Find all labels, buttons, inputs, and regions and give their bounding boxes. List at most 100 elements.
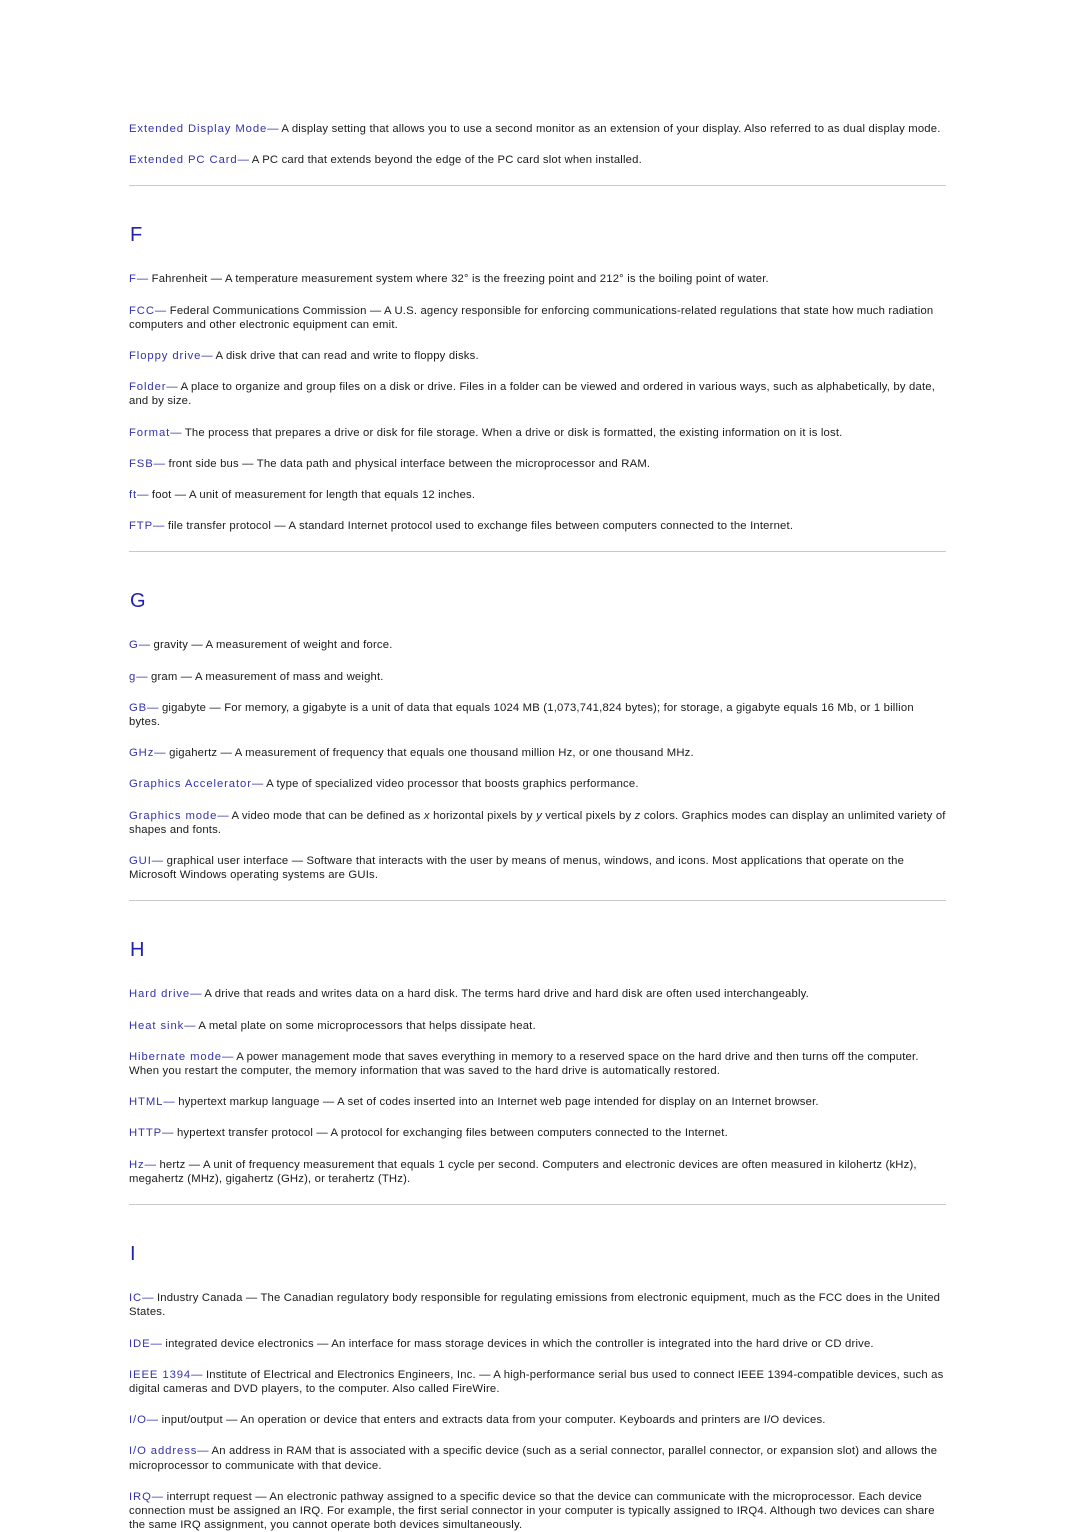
glossary-term: Graphics mode (129, 809, 218, 822)
glossary-definition: hypertext transfer protocol — A protocol… (176, 1127, 728, 1140)
glossary-term: HTML (129, 1096, 164, 1109)
glossary-dash: — (191, 1368, 203, 1381)
glossary-page: Extended Display Mode— A display setting… (0, 0, 1080, 1531)
section-heading-letter: H (130, 939, 145, 962)
glossary-entry: FCC— Federal Communications Commission —… (129, 304, 946, 332)
glossary-definition: gigabyte — For memory, a gigabyte is a u… (129, 701, 914, 729)
glossary-definition: The process that prepares a drive or dis… (184, 426, 843, 439)
glossary-dash: — (166, 381, 178, 394)
glossary-dash: — (150, 1337, 163, 1350)
glossary-definition: A metal plate on some microprocessors th… (198, 1019, 536, 1032)
glossary-entry: FSB— front side bus — The data path and … (129, 457, 946, 471)
glossary-definition: gram — A measurement of mass and weight. (151, 670, 384, 683)
glossary-definition: gigahertz — A measurement of frequency t… (169, 747, 694, 760)
glossary-dash: — (151, 1490, 164, 1503)
glossary-term: FCC (129, 304, 155, 317)
glossary-dash: — (151, 855, 164, 868)
glossary-entry: Extended PC Card— A PC card that extends… (129, 153, 946, 167)
glossary-entry: Heat sink— A metal plate on some micropr… (129, 1019, 946, 1033)
glossary-term: I/O address (129, 1445, 198, 1458)
glossary-entry: I/O— input/output — An operation or devi… (129, 1413, 946, 1427)
glossary-entry: FTP— file transfer protocol — A standard… (129, 519, 946, 533)
section-divider (129, 900, 946, 902)
glossary-term: Extended PC Card (129, 154, 238, 167)
glossary-entry: Folder— A place to organize and group fi… (129, 380, 946, 408)
glossary-definition: A PC card that extends beyond the edge o… (251, 154, 642, 167)
glossary-term: Hard drive (129, 988, 191, 1001)
glossary-term: FTP (129, 520, 154, 533)
section-divider (129, 185, 946, 187)
glossary-term: Format (129, 426, 171, 439)
glossary-definition: A place to organize and group files on a… (129, 381, 936, 408)
glossary-content: Extended Display Mode— A display setting… (129, 122, 946, 1532)
glossary-definition: integrated device electronics — An inter… (165, 1337, 874, 1350)
glossary-term: FSB (129, 457, 154, 470)
glossary-definition: input/output — An operation or device th… (161, 1414, 826, 1427)
glossary-dash: — (267, 123, 279, 135)
glossary-dash: — (137, 489, 149, 502)
glossary-entry: I/O address— An address in RAM that is a… (129, 1444, 946, 1472)
glossary-term: F (129, 273, 137, 286)
glossary-dash: — (146, 1414, 159, 1427)
section-heading-letter: F (130, 224, 143, 247)
section-divider (129, 551, 946, 553)
glossary-definition: foot — A unit of measurement for length … (151, 489, 476, 502)
definition-text: A video mode that can be defined as (231, 809, 424, 822)
glossary-dash: — (251, 778, 264, 791)
glossary-dash: — (153, 520, 165, 533)
glossary-term: IRQ (129, 1490, 152, 1503)
glossary-entry: F— Fahrenheit — A temperature measuremen… (129, 272, 946, 286)
glossary-entry: GHz— gigahertz — A measurement of freque… (129, 746, 946, 760)
glossary-entry: Hibernate mode— A power management mode … (129, 1050, 946, 1078)
glossary-dash: — (184, 1019, 196, 1032)
glossary-entry: HTML— hypertext markup language — A set … (129, 1095, 946, 1109)
section-heading-letter: I (130, 1243, 137, 1266)
glossary-entry: ft— foot — A unit of measurement for len… (129, 488, 946, 502)
glossary-definition-rich: A video mode that can be defined as x ho… (129, 810, 946, 836)
section-divider (129, 1204, 946, 1206)
glossary-dash: — (197, 1445, 209, 1458)
glossary-term: Hz (129, 1158, 145, 1171)
glossary-dash: — (136, 670, 148, 683)
glossary-dash: — (201, 350, 213, 363)
glossary-term: Heat sink (129, 1019, 185, 1032)
glossary-term: Floppy drive (129, 350, 202, 363)
glossary-dash: — (221, 1050, 234, 1063)
glossary-definition: file transfer protocol — A standard Inte… (167, 520, 794, 533)
glossary-entry: Graphics mode— A video mode that can be … (129, 809, 946, 837)
glossary-entry-group-top: Extended Display Mode— A display setting… (129, 122, 946, 187)
glossary-term: G (129, 639, 139, 652)
glossary-entry: Hard drive— A drive that reads and write… (129, 987, 946, 1001)
glossary-definition: hertz — A unit of frequency measurement … (129, 1158, 917, 1185)
glossary-term: IC (129, 1292, 143, 1305)
glossary-entry: IC— Industry Canada — The Canadian regul… (129, 1291, 946, 1319)
glossary-definition: hypertext markup language — A set of cod… (178, 1096, 819, 1109)
glossary-dash: — (147, 701, 159, 714)
glossary-definition: Institute of Electrical and Electronics … (129, 1368, 944, 1395)
glossary-term: Graphics Accelerator (129, 778, 252, 791)
glossary-definition: A display setting that allows you to use… (281, 123, 941, 135)
glossary-definition: A type of specialized video processor th… (266, 778, 639, 791)
glossary-entry: GUI— graphical user interface — Software… (129, 854, 946, 882)
glossary-definition: front side bus — The data path and physi… (168, 457, 651, 470)
definition-text: vertical pixels by (541, 809, 635, 822)
glossary-definition: Fahrenheit — A temperature measurement s… (151, 273, 769, 286)
glossary-term: IEEE 1394 (129, 1368, 192, 1381)
glossary-definition: Federal Communications Commission — A U.… (129, 304, 934, 331)
glossary-definition: Industry Canada — The Canadian regulator… (129, 1292, 941, 1319)
glossary-entry: IRQ— interrupt request — An electronic p… (129, 1490, 946, 1532)
glossary-definition: gravity — A measurement of weight and fo… (153, 639, 393, 652)
glossary-section-h: H Hard drive— A drive that reads and wri… (129, 939, 946, 1206)
glossary-entry: Graphics Accelerator— A type of speciali… (129, 777, 946, 791)
glossary-term: IDE (129, 1337, 151, 1350)
glossary-dash: — (154, 304, 167, 317)
glossary-dash: — (190, 988, 202, 1001)
glossary-term: Extended Display Mode (129, 123, 268, 135)
glossary-entry: IEEE 1394— Institute of Electrical and E… (129, 1368, 946, 1396)
glossary-term: GB (129, 701, 148, 714)
glossary-dash: — (144, 1158, 157, 1171)
glossary-dash: — (154, 747, 166, 760)
glossary-definition: graphical user interface — Software that… (129, 855, 905, 882)
glossary-entry: HTTP— hypertext transfer protocol — A pr… (129, 1126, 946, 1140)
glossary-entry: G— gravity — A measurement of weight and… (129, 638, 946, 652)
